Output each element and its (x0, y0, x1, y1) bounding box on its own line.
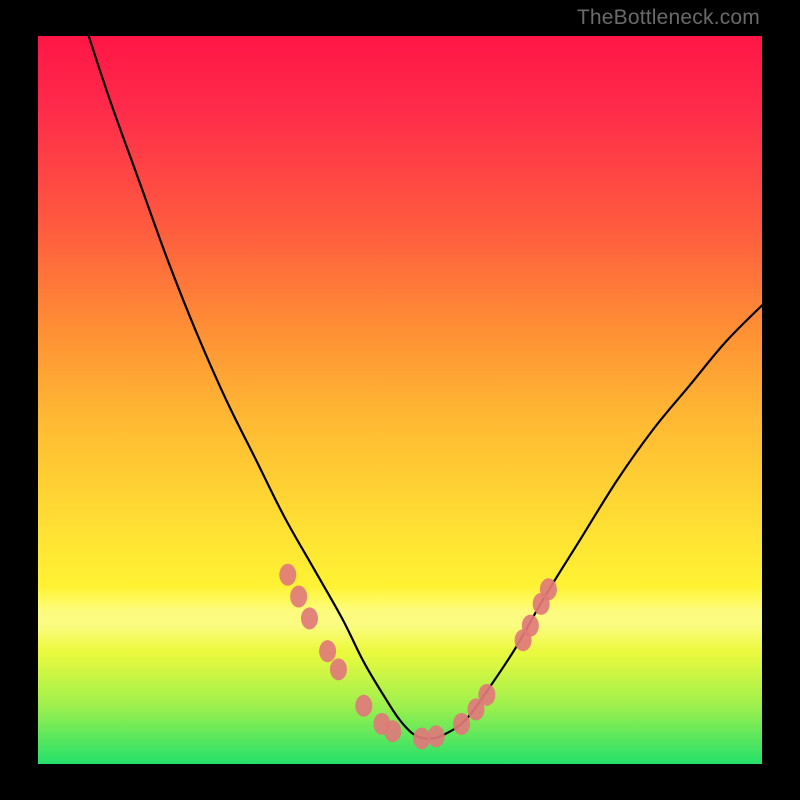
marker-dot (384, 720, 401, 742)
marker-dot (319, 640, 336, 662)
marker-dot (540, 578, 557, 600)
marker-dot (330, 658, 347, 680)
plot-area (38, 36, 762, 764)
marker-dot (522, 615, 539, 637)
marker-dot (290, 586, 307, 608)
marker-dot (301, 607, 318, 629)
marker-dot (279, 564, 296, 586)
curve-svg (38, 36, 762, 764)
marker-dot (413, 728, 430, 750)
watermark-text: TheBottleneck.com (577, 6, 760, 30)
curve-markers (279, 564, 557, 750)
marker-dot (355, 695, 372, 717)
bottleneck-curve (89, 36, 762, 739)
marker-dot (428, 725, 445, 747)
chart-frame: TheBottleneck.com (0, 0, 800, 800)
marker-dot (453, 713, 470, 735)
marker-dot (478, 684, 495, 706)
